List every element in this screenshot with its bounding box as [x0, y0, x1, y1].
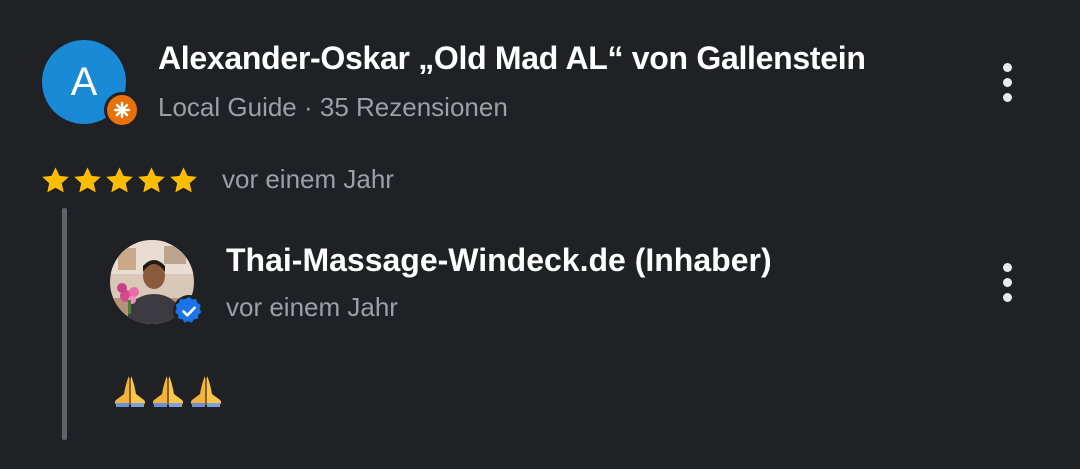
star-icon [138, 166, 165, 192]
more-vert-icon-dot [1002, 92, 1012, 102]
star-icon [74, 166, 101, 192]
more-vert-icon [1002, 62, 1012, 72]
folded-hands-icon [152, 376, 184, 407]
star-icon [106, 166, 133, 192]
local-guide-badge-icon [104, 92, 140, 128]
avatar-letter: A [70, 59, 98, 104]
owner-reply-text [112, 370, 224, 410]
reviewer-name[interactable]: Alexander-Oskar „Old Mad AL“ von Gallens… [158, 40, 866, 77]
folded-hands-icon [190, 376, 222, 407]
reply-more-options-button[interactable] [992, 260, 1022, 304]
more-vert-icon-dot [1002, 77, 1012, 87]
more-vert-icon [1002, 262, 1012, 272]
folded-hands-icon [114, 376, 146, 407]
star-rating [40, 162, 199, 198]
verified-check-icon [173, 295, 205, 327]
reply-divider [62, 208, 67, 440]
reviewer-meta[interactable]: Local Guide · 35 Rezensionen [158, 92, 508, 123]
review-more-options-button[interactable] [992, 60, 1022, 104]
owner-reply-date: vor einem Jahr [226, 292, 398, 322]
more-vert-icon-dot [1002, 277, 1012, 287]
more-vert-icon-dot [1002, 292, 1012, 302]
review-card: A Alexander-Oskar „Old Mad AL“ von Galle… [0, 0, 1080, 469]
star-icon [42, 166, 69, 192]
review-date: vor einem Jahr [222, 164, 394, 194]
owner-name[interactable]: Thai-Massage-Windeck.de (Inhaber) [226, 242, 772, 279]
star-icon [170, 166, 197, 192]
